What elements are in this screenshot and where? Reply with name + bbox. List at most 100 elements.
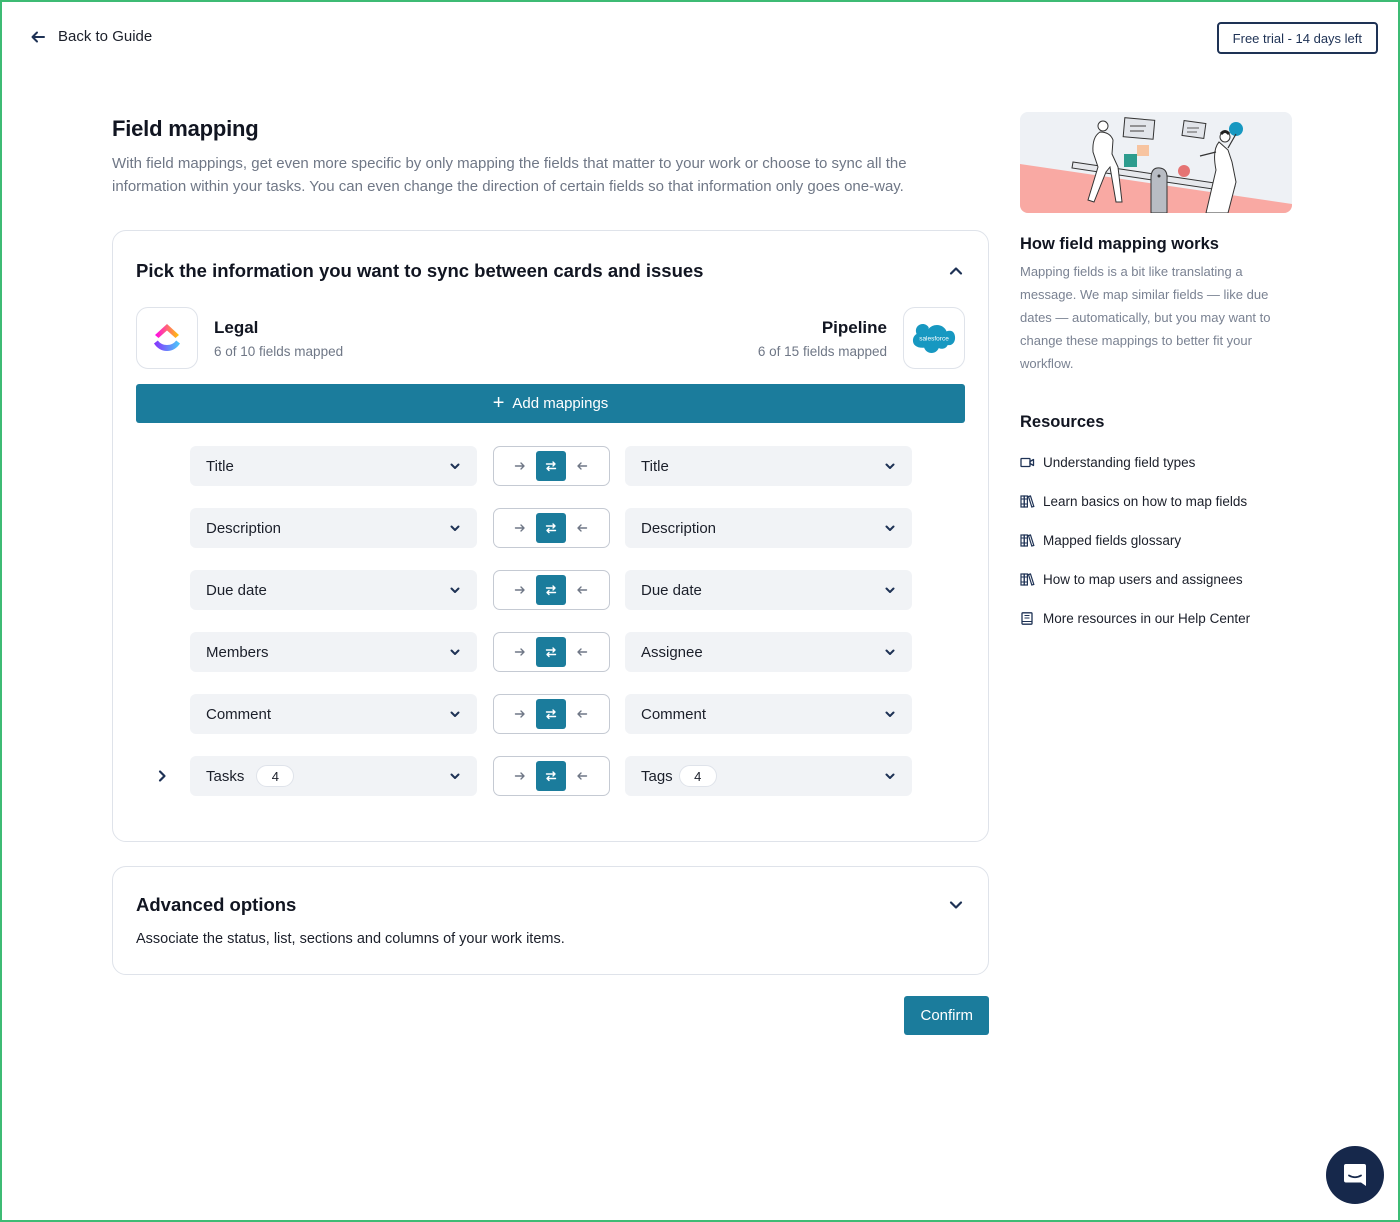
- left-field-select[interactable]: Members: [190, 632, 477, 672]
- direction-left-button[interactable]: [567, 575, 597, 605]
- left-field-value: Description: [206, 519, 282, 537]
- arrow-left-icon: [577, 648, 588, 656]
- resource-link[interactable]: Learn basics on how to map fields: [1020, 491, 1292, 511]
- books-icon: [1020, 572, 1035, 586]
- right-field-select[interactable]: Assignee: [625, 632, 912, 672]
- left-field-value: Comment: [206, 705, 272, 723]
- chevron-up-icon[interactable]: [947, 262, 965, 280]
- direction-left-button[interactable]: [567, 513, 597, 543]
- right-field-value: Title: [641, 457, 669, 475]
- books-icon: [1020, 494, 1035, 508]
- confirm-button[interactable]: Confirm: [904, 996, 989, 1035]
- clickup-logo-icon: [154, 324, 180, 351]
- chat-bubble-icon: [1344, 1164, 1366, 1186]
- right-field-select[interactable]: Title: [625, 446, 912, 486]
- chevron-down-icon: [450, 711, 460, 717]
- swap-arrows-icon: [545, 771, 557, 782]
- chevron-down-icon: [885, 649, 895, 655]
- arrow-left-icon: [577, 710, 588, 718]
- chevron-down-icon: [450, 587, 460, 593]
- right-app: salesforce Pipeline 6 of 15 fields mappe…: [758, 307, 965, 369]
- add-mappings-button[interactable]: + Add mappings: [136, 384, 965, 423]
- back-to-guide-link[interactable]: Back to Guide: [30, 28, 152, 45]
- svg-text:salesforce: salesforce: [919, 336, 949, 343]
- direction-left-button[interactable]: [567, 699, 597, 729]
- chat-launcher-button[interactable]: [1326, 1146, 1384, 1204]
- count-badge: 4: [256, 765, 295, 787]
- clickup-logo: [136, 307, 198, 369]
- direction-right-button[interactable]: [505, 575, 535, 605]
- resource-link[interactable]: More resources in our Help Center: [1020, 608, 1292, 628]
- arrow-left-icon: [577, 586, 588, 594]
- chevron-down-icon: [450, 773, 460, 779]
- free-trial-badge[interactable]: Free trial - 14 days left: [1216, 22, 1378, 54]
- left-field-select[interactable]: Comment: [190, 694, 477, 734]
- mapping-row: Due date Due date: [136, 570, 965, 610]
- direction-left-button[interactable]: [567, 637, 597, 667]
- right-field-select[interactable]: Due date: [625, 570, 912, 610]
- advanced-options-card[interactable]: Advanced options Associate the status, l…: [112, 866, 989, 975]
- arrow-right-icon: [514, 772, 525, 780]
- left-app-name: Legal: [214, 317, 259, 337]
- page-description: With field mappings, get even more speci…: [112, 155, 907, 195]
- mapping-row: Tasks 4 Tags 4: [136, 756, 965, 796]
- arrow-left-icon: [577, 524, 588, 532]
- resource-label: Learn basics on how to map fields: [1043, 493, 1248, 509]
- resource-label: More resources in our Help Center: [1043, 610, 1251, 626]
- chevron-down-icon: [885, 711, 895, 717]
- direction-both-button[interactable]: [536, 575, 566, 605]
- right-field-select[interactable]: Description: [625, 508, 912, 548]
- resource-label: Understanding field types: [1043, 454, 1196, 470]
- resource-link[interactable]: Mapped fields glossary: [1020, 530, 1292, 550]
- back-label: Back to Guide: [58, 28, 153, 45]
- direction-both-button[interactable]: [536, 513, 566, 543]
- left-field-value: Members: [206, 643, 269, 661]
- direction-left-button[interactable]: [567, 451, 597, 481]
- direction-toggle: [493, 508, 610, 548]
- resources-title: Resources: [1020, 413, 1105, 431]
- resource-link[interactable]: How to map users and assignees: [1020, 569, 1292, 589]
- swap-arrows-icon: [545, 647, 557, 658]
- swap-arrows-icon: [545, 523, 557, 534]
- direction-right-button[interactable]: [505, 637, 535, 667]
- mapping-card: Pick the information you want to sync be…: [112, 230, 989, 842]
- arrow-left-icon: [577, 462, 588, 470]
- main-content: Field mapping With field mappings, get e…: [112, 112, 989, 1035]
- how-it-works-description: Mapping fields is a bit like translating…: [1020, 264, 1271, 371]
- direction-both-button[interactable]: [536, 637, 566, 667]
- mapping-row: Title Title: [136, 446, 965, 486]
- right-field-select[interactable]: Comment: [625, 694, 912, 734]
- direction-right-button[interactable]: [505, 451, 535, 481]
- direction-left-button[interactable]: [567, 761, 597, 791]
- chevron-down-icon[interactable]: [947, 896, 965, 914]
- swap-arrows-icon: [545, 585, 557, 596]
- advanced-options-description: Associate the status, list, sections and…: [136, 931, 565, 947]
- right-field-value: Due date: [641, 581, 702, 599]
- book-icon: [1021, 611, 1033, 625]
- mapping-row: Members Assignee: [136, 632, 965, 672]
- direction-both-button[interactable]: [536, 761, 566, 791]
- left-field-select[interactable]: Description: [190, 508, 477, 548]
- direction-right-button[interactable]: [505, 699, 535, 729]
- resource-label: Mapped fields glossary: [1043, 532, 1182, 548]
- right-field-select[interactable]: Tags 4: [625, 756, 912, 796]
- arrow-left-icon: [577, 772, 588, 780]
- seesaw-illustration: [1020, 112, 1292, 213]
- resource-link[interactable]: Understanding field types: [1020, 452, 1292, 472]
- left-field-select[interactable]: Tasks 4: [190, 756, 477, 796]
- add-mappings-label: Add mappings: [512, 395, 609, 412]
- chevron-right-icon[interactable]: [154, 768, 170, 784]
- direction-right-button[interactable]: [505, 513, 535, 543]
- direction-both-button[interactable]: [536, 451, 566, 481]
- left-field-select[interactable]: Title: [190, 446, 477, 486]
- right-field-value: Comment: [641, 705, 707, 723]
- left-field-value: Title: [206, 457, 234, 475]
- swap-arrows-icon: [545, 709, 557, 720]
- direction-both-button[interactable]: [536, 699, 566, 729]
- chevron-down-icon: [450, 463, 460, 469]
- arrow-right-icon: [514, 648, 525, 656]
- advanced-options-title: Advanced options: [136, 894, 297, 915]
- direction-right-button[interactable]: [505, 761, 535, 791]
- page-title: Field mapping: [112, 116, 259, 141]
- left-field-select[interactable]: Due date: [190, 570, 477, 610]
